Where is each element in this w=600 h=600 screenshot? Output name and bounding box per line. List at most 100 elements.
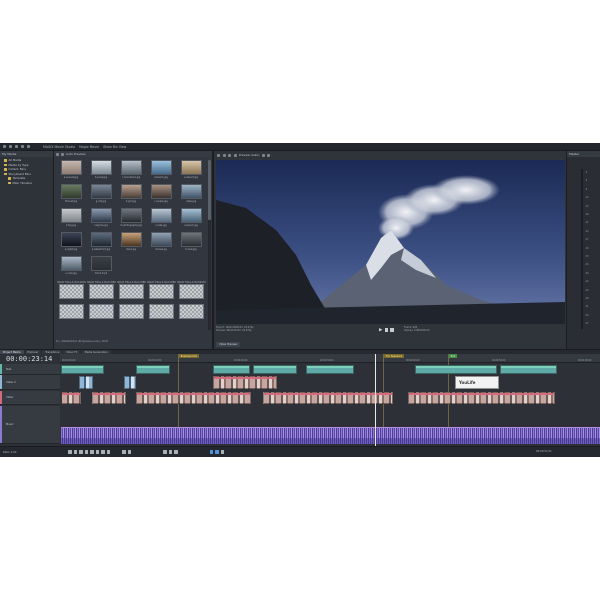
play-from-start-icon[interactable] bbox=[79, 450, 83, 454]
copy-snapshot-icon[interactable] bbox=[261, 153, 265, 157]
go-to-end-icon[interactable] bbox=[106, 450, 110, 454]
timeline-ruler[interactable]: 00:00:00;00 00:00:10;00 00:00:20;00 00:00:3… bbox=[60, 354, 600, 440]
record-icon[interactable] bbox=[68, 450, 72, 454]
media-item[interactable]: f-forest.jpg bbox=[56, 184, 86, 208]
save-snapshot-icon[interactable] bbox=[267, 153, 271, 157]
media-item[interactable]: m-photography.jpg bbox=[116, 208, 146, 232]
folder-tree-item[interactable]: Main Timeline bbox=[2, 181, 51, 186]
track-header[interactable]: Music bbox=[0, 406, 60, 444]
external-monitor-icon[interactable] bbox=[233, 153, 237, 157]
media-item[interactable]: g-city.jpg bbox=[86, 184, 116, 208]
media-pool-scrollbar[interactable] bbox=[208, 160, 211, 330]
preview-quality-label[interactable]: Preview (Auto) bbox=[239, 153, 259, 157]
undo-icon[interactable] bbox=[21, 145, 24, 148]
play-icon[interactable] bbox=[379, 328, 383, 332]
split-screen-icon[interactable] bbox=[222, 153, 226, 157]
pause-icon[interactable] bbox=[384, 328, 388, 332]
title-preset-item[interactable] bbox=[176, 304, 206, 328]
media-item[interactable]: a-sunset.jpg bbox=[56, 160, 86, 184]
title-preset-item[interactable] bbox=[56, 304, 86, 328]
menu-item[interactable]: Show Bin View bbox=[103, 145, 126, 149]
loop-icon[interactable] bbox=[73, 450, 77, 454]
media-item[interactable]: o-beach.jpg bbox=[176, 208, 206, 232]
text-event[interactable] bbox=[500, 365, 557, 374]
track-header[interactable]: Video 2 bbox=[0, 375, 60, 390]
new-file-icon[interactable] bbox=[3, 145, 6, 148]
media-item[interactable]: i-couple.jpg bbox=[146, 184, 176, 208]
media-item[interactable]: q-waterfront.jpg bbox=[86, 232, 116, 256]
scroll-thumb[interactable] bbox=[208, 160, 211, 220]
audio-event-waveform[interactable] bbox=[61, 438, 600, 444]
video-event[interactable] bbox=[136, 392, 251, 404]
settings-icon[interactable] bbox=[217, 153, 220, 157]
stop-icon[interactable] bbox=[390, 328, 394, 332]
video-event[interactable] bbox=[408, 392, 555, 404]
play-icon[interactable] bbox=[84, 450, 88, 454]
pause-icon[interactable] bbox=[90, 450, 94, 454]
track-name[interactable]: Music bbox=[6, 423, 13, 426]
media-item[interactable]: r-tent.jpg bbox=[116, 232, 146, 256]
video-preview-tab[interactable]: Video Preview bbox=[216, 342, 241, 347]
auto-ripple-icon[interactable] bbox=[215, 450, 219, 454]
snapping-icon[interactable] bbox=[209, 450, 213, 454]
video-event[interactable] bbox=[263, 392, 393, 404]
import-icon[interactable] bbox=[61, 152, 64, 156]
next-frame-icon[interactable] bbox=[127, 450, 131, 454]
auto-preview-label[interactable]: Auto Preview bbox=[66, 152, 86, 156]
media-item[interactable]: s-travel.jpg bbox=[146, 232, 176, 256]
title-preset-item[interactable]: MAGIX Titles & Text ADVANCED CREATIVE bbox=[56, 280, 86, 304]
title-preset-item[interactable] bbox=[116, 304, 146, 328]
media-item[interactable]: c-mountains.jpg bbox=[116, 160, 146, 184]
lock-envelopes-icon[interactable] bbox=[220, 450, 224, 454]
media-item[interactable]: t-road.jpg bbox=[176, 232, 206, 256]
menu-item[interactable]: Magix Movie bbox=[79, 145, 99, 149]
title-preset-item[interactable] bbox=[146, 304, 176, 328]
title-preset-item[interactable]: MAGIX Titles & Text CREATIVE TRANSITION bbox=[146, 280, 176, 304]
media-item[interactable]: n-lake.jpg bbox=[146, 208, 176, 232]
timeline-marker[interactable]: End bbox=[447, 354, 458, 440]
overlay-icon[interactable] bbox=[228, 153, 231, 157]
save-icon[interactable] bbox=[15, 145, 18, 148]
video-event[interactable] bbox=[92, 392, 126, 404]
media-item[interactable]: k-fog.jpg bbox=[56, 208, 86, 232]
media-item[interactable]: d-beach.jpg bbox=[146, 160, 176, 184]
track-name[interactable]: Video 2 bbox=[6, 381, 16, 384]
video-event[interactable] bbox=[213, 376, 277, 389]
track-name[interactable]: Text bbox=[6, 368, 11, 371]
text-event[interactable] bbox=[306, 365, 354, 374]
text-event[interactable] bbox=[415, 365, 497, 374]
stop-icon[interactable] bbox=[95, 450, 99, 454]
media-item[interactable]: p-night.jpg bbox=[56, 232, 86, 256]
title-event[interactable]: YouLife bbox=[455, 376, 499, 389]
media-item[interactable]: u-cold.jpg bbox=[56, 256, 86, 280]
title-preset-item[interactable]: MAGIX Titles & Text NATURAL LIGHTS bbox=[176, 280, 206, 304]
media-item[interactable]: j-lake.jpg bbox=[176, 184, 206, 208]
open-folder-icon[interactable] bbox=[9, 145, 12, 148]
video-event[interactable] bbox=[61, 392, 81, 404]
envelope-tool-icon[interactable] bbox=[168, 450, 172, 454]
prev-frame-icon[interactable] bbox=[122, 450, 126, 454]
selection-tool-icon[interactable] bbox=[174, 450, 178, 454]
video-event[interactable] bbox=[79, 376, 93, 389]
media-item[interactable]: e-desert.jpg bbox=[176, 160, 206, 184]
audio-event-waveform[interactable] bbox=[61, 427, 600, 438]
track-header[interactable]: Text bbox=[0, 364, 60, 375]
media-item[interactable]: l-skyline.jpg bbox=[86, 208, 116, 232]
media-item[interactable]: Track.mp3 bbox=[86, 256, 116, 280]
title-preset-item[interactable]: MAGIX Titles & Text CREATIVE TITLE FADE bbox=[86, 280, 116, 304]
go-to-start-icon[interactable] bbox=[101, 450, 105, 454]
text-event[interactable] bbox=[136, 365, 170, 374]
normal-edit-tool-icon[interactable] bbox=[163, 450, 167, 454]
view-mode-icon[interactable] bbox=[56, 152, 59, 156]
playhead-cursor[interactable] bbox=[375, 354, 376, 446]
text-event[interactable] bbox=[61, 365, 104, 374]
title-preset-item[interactable] bbox=[86, 304, 116, 328]
timeline-marker[interactable]: Fun Sequence bbox=[382, 354, 405, 440]
track-header[interactable]: Video bbox=[0, 391, 60, 405]
timeline-marker[interactable]: Business Intro bbox=[177, 354, 199, 440]
text-event[interactable] bbox=[213, 365, 250, 374]
media-item[interactable]: b-snow.jpg bbox=[86, 160, 116, 184]
redo-icon[interactable] bbox=[27, 145, 30, 148]
video-event[interactable] bbox=[124, 376, 136, 389]
track-name[interactable]: Video bbox=[6, 396, 13, 399]
